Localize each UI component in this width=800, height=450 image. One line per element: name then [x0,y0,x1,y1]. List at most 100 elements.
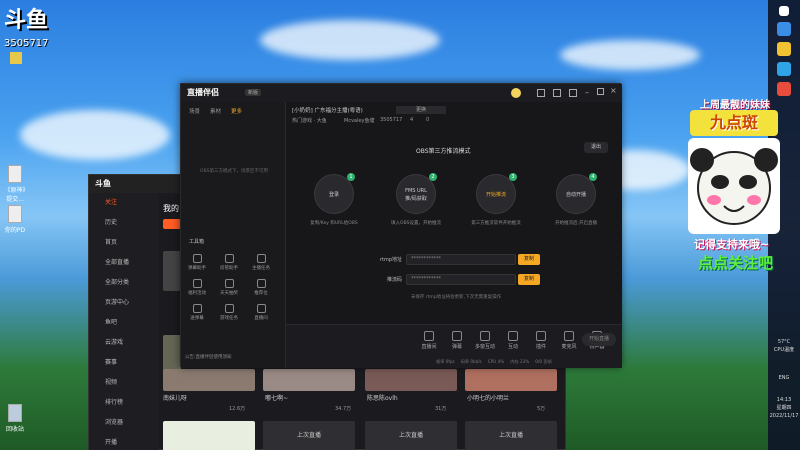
stream-thumb[interactable] [163,421,255,450]
sidebar-item-cloudgame[interactable]: 云游戏 [89,333,159,353]
tab-more[interactable]: 更多 [231,107,242,115]
skin-icon[interactable] [553,89,561,97]
room-icon [256,304,266,313]
microphone-icon [564,331,574,341]
exit-button[interactable]: 退出 [584,142,608,153]
sidebar-item-categories[interactable]: 全部分类 [89,273,159,293]
stat-bitrate: 码率 0kb/s [460,359,482,364]
cpu-text: CPU温度 [773,347,795,353]
stream-thumb[interactable] [465,369,557,391]
bottom-toolbar: 直播间 弹幕 多窗互动 互动 插件 麦克风 扬声器 开始直播 帧率 0fps 码… [286,324,622,368]
tool-lottery[interactable]: 天天抽奖 [219,279,239,296]
tool-mic[interactable]: 麦克风 [558,331,580,350]
tool-room-admin[interactable]: 房管助手 [219,254,239,271]
notice-text[interactable]: 公告:直播伴侣使用须知 [185,354,232,360]
recycle-bin[interactable]: 回收站 [4,404,26,433]
lang-indicator[interactable]: ENG [768,374,800,382]
tool-game-task[interactable]: 游戏任务 [219,304,239,321]
maximize-icon[interactable] [597,88,604,95]
tool-send-danmu[interactable]: 送弹幕 [187,304,207,321]
desktop-file-1[interactable]: 《原神》提交... [4,165,26,203]
step-2-desc: 填入OBS设置，开始推流 [391,221,441,226]
file-icon [8,205,22,223]
tool-room[interactable]: 直播间 [251,304,271,321]
my-section-title: 我的 [163,204,179,213]
folder-icon[interactable] [10,52,22,64]
card-name[interactable]: 嘟七啊~ [265,393,288,402]
tool-danmu[interactable]: 弹幕 [446,331,468,350]
stat-mem: 内存 23% [510,359,530,364]
sidebar-item-home[interactable]: 首页 [89,233,159,253]
clock-time[interactable]: 14:13 [768,396,800,404]
room-name: [小奶奶] 广东福分主播(粤语) [292,108,363,114]
stream-thumb[interactable] [163,369,255,391]
sidebar-item-follow[interactable]: 关注 [89,193,159,213]
replay-thumb[interactable]: 上次直播 [465,421,557,450]
temp-text: 57°C [777,339,791,345]
tool-live-room[interactable]: 直播间 [418,331,440,350]
sticker-band: 九点斑 [690,110,778,136]
tool-interact[interactable]: 互动 [502,331,524,350]
search-icon[interactable] [777,22,791,36]
start-live-button[interactable]: 开始直播 [582,333,616,346]
close-icon[interactable]: × [610,86,617,95]
tab-material[interactable]: 素材 [210,107,221,115]
obs-mode-title: OBS第三方推流模式 [416,148,471,155]
rtmp-label: rtmp地址 [379,257,402,263]
sidebar-item-browser[interactable]: 浏览器 [89,413,159,433]
change-category-button[interactable]: 更换 [396,106,446,114]
tool-plugin[interactable]: 插件 [530,331,552,350]
explorer-icon[interactable] [777,42,791,56]
copy-rtmp-button[interactable]: 复制 [518,254,540,265]
douyu-title: 斗鱼 [95,179,111,188]
replay-thumb[interactable]: 上次直播 [365,421,457,450]
companion-titlebar: 直播伴侣 新版 – × [181,84,622,102]
sidebar-item-all-live[interactable]: 全部直播 [89,253,159,273]
windows-icon[interactable] [779,6,789,16]
clock-day: 星期四 [776,405,792,411]
tool-welfare[interactable]: 福利活动 [187,279,207,296]
tool-recommend[interactable]: 推荐位 [251,279,271,296]
edge-icon[interactable] [777,62,791,76]
tab-scene[interactable]: 场景 [189,107,200,115]
rtmp-field[interactable]: ************ [406,254,516,265]
sidebar-item-golive[interactable]: 开播 [89,433,159,450]
sidebar-item-history[interactable]: 历史 [89,213,159,233]
companion-app-title: 直播伴侣 [187,88,219,97]
copy-key-button[interactable]: 复制 [518,274,540,285]
sidebar-item-yuba[interactable]: 鱼吧 [89,313,159,333]
sidebar-item-esports[interactable]: 赛事 [89,353,159,373]
file-icon [8,165,22,183]
my-badge [163,219,181,229]
desktop-file-2[interactable]: 你的PD [4,205,26,234]
tool-multi[interactable]: 多窗互动 [474,331,496,350]
card-name[interactable]: 小明七的小明兰 [467,393,509,402]
game-icon [224,304,234,313]
step-2: 2 FMS URL 推/码获取 [396,173,437,214]
card-name[interactable]: 南妹儿呀 [163,393,187,402]
settings-icon[interactable] [537,89,545,97]
menu-icon[interactable] [569,89,577,97]
app-icon[interactable] [777,82,791,96]
stat-drop: 0/0 丢帧 [535,359,552,364]
sticker-line-2: 点点关注吧 [698,254,774,272]
card-count: 31万 [435,406,447,412]
sticker-meme-image [688,138,780,234]
tool-anchor-task[interactable]: 主播任务 [251,254,271,271]
card-name[interactable]: 陈思陈ovlh [367,393,398,402]
sidebar-item-video[interactable]: 视频 [89,373,159,393]
minimize-icon[interactable]: – [585,88,589,97]
stream-key-field[interactable]: ************ [406,274,516,285]
stat-fps: 帧率 0fps [436,359,455,364]
tool-danmu-helper[interactable]: 弹幕助手 [187,254,207,271]
step-3-desc: 第三方推流软件开始推流 [471,221,521,226]
sidebar-item-rank[interactable]: 排行榜 [89,393,159,413]
stream-thumb[interactable] [263,369,355,391]
chat-icon [192,254,202,263]
side-thumb[interactable] [163,251,181,291]
avatar[interactable] [511,88,521,98]
companion-left-panel: 场景 素材 更多 OBS第三方模式下，场景区不可用 工具箱 弹幕助手 房管助手 … [181,102,286,368]
stream-thumb[interactable] [365,369,457,391]
sidebar-item-webgame[interactable]: 页游中心 [89,293,159,313]
replay-thumb[interactable]: 上次直播 [263,421,355,450]
